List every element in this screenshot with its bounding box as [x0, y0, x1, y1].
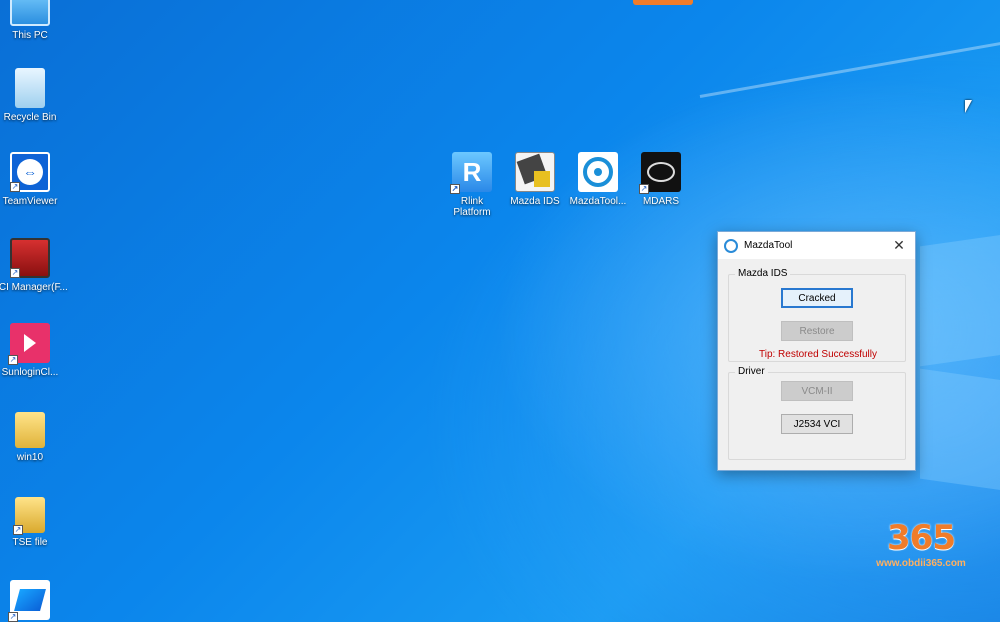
mazda-ids-icon: [515, 152, 555, 192]
restore-button[interactable]: Restore: [781, 321, 853, 341]
desktop-icon-label: Rlink Platform: [453, 196, 491, 218]
mazdatool-app-icon: [724, 238, 738, 253]
watermark-logo: 365: [887, 518, 956, 558]
desktop-icon-recycle-bin[interactable]: Recycle Bin: [0, 68, 68, 123]
watermark: 365 www.obdii365.com: [866, 518, 976, 569]
this-pc-icon: [10, 0, 50, 26]
teamviewer-icon: ⇔ ↗: [10, 152, 50, 192]
desktop-icon-mdars[interactable]: ↗ MDARS: [623, 152, 699, 207]
desktop-icon-label: TeamViewer: [2, 196, 58, 207]
desktop-icon-label: This PC: [12, 30, 48, 41]
close-icon[interactable]: ✕: [889, 237, 909, 254]
mouse-cursor-icon: [965, 100, 972, 113]
mazda-ids-group: Mazda IDS Cracked Restore Tip: Restored …: [728, 268, 906, 362]
desktop-icon-label: VCI Manager(F...: [0, 282, 68, 293]
desktop-icon-win10[interactable]: win10: [0, 412, 68, 463]
mazdatool-dialog: MazdaTool ✕ Mazda IDS Cracked Restore Ti…: [717, 231, 916, 471]
status-tip: Tip: Restored Successfully: [758, 349, 877, 360]
desktop-icon-app[interactable]: ↗: [0, 580, 68, 622]
app-shortcut-icon: ↗: [8, 580, 50, 622]
desktop-icon-label: win10: [16, 452, 44, 463]
dialog-titlebar[interactable]: MazdaTool ✕: [718, 232, 915, 259]
desktop-icon-tse-file[interactable]: ↗ TSE file: [0, 497, 68, 548]
mdars-icon: ↗: [639, 152, 681, 194]
group-legend: Driver: [735, 366, 768, 377]
desktop-icon-vci-manager[interactable]: ↗ VCI Manager(F...: [0, 238, 68, 293]
watermark-url: www.obdii365.com: [876, 558, 966, 569]
desktop-icon-label: TSE file: [12, 537, 48, 548]
vci-manager-icon: ↗: [10, 238, 50, 278]
j2534-vci-button[interactable]: J2534 VCI: [781, 414, 853, 434]
desktop-icon-sunlogin[interactable]: ↗ SunloginCl...: [0, 323, 68, 378]
light-beam: [920, 233, 1000, 367]
top-tab-indicator: [633, 0, 693, 5]
mazdatool-icon: [578, 152, 618, 192]
recycle-bin-icon: [15, 68, 45, 108]
desktop-icon-label: MDARS: [642, 196, 680, 207]
desktop-icon-this-pc[interactable]: This PC: [0, 0, 68, 41]
group-legend: Mazda IDS: [735, 268, 791, 279]
rlink-icon: R ↗: [450, 152, 492, 194]
light-beam: [920, 368, 1000, 492]
desktop-icon-label: SunloginCl...: [1, 367, 59, 378]
desktop-icon-teamviewer[interactable]: ⇔ ↗ TeamViewer: [0, 152, 68, 207]
sunlogin-icon: ↗: [8, 323, 50, 365]
folder-icon: ↗: [13, 497, 45, 535]
vcm-ii-button[interactable]: VCM-II: [781, 381, 853, 401]
cracked-button[interactable]: Cracked: [781, 288, 853, 308]
driver-group: Driver VCM-II J2534 VCI: [728, 366, 906, 460]
desktop-icon-label: Recycle Bin: [3, 112, 57, 123]
dialog-title: MazdaTool: [744, 240, 793, 251]
folder-icon: [15, 412, 45, 448]
light-beam: [699, 0, 1000, 98]
